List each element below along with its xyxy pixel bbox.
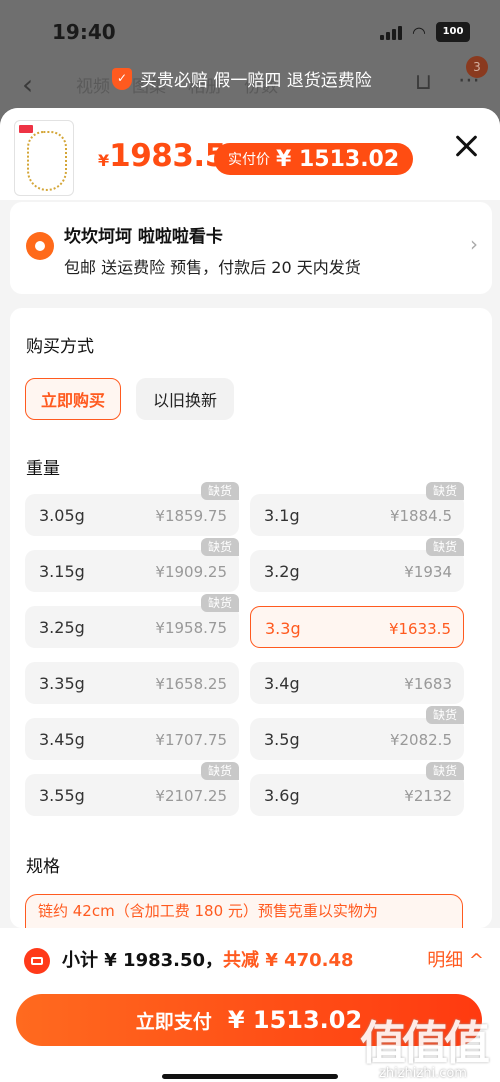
actual-price-label: 实付价 bbox=[228, 152, 270, 168]
weight-option[interactable]: 3.1g ¥1884.5 缺货 bbox=[250, 482, 464, 536]
weight-value: 3.05g bbox=[39, 506, 85, 525]
watermark-logo: 值值值 bbox=[360, 1016, 490, 1070]
home-indicator bbox=[162, 1074, 338, 1079]
guarantee-text: 买贵必赔 假一赔四 退货运费险 bbox=[140, 71, 372, 91]
close-icon[interactable] bbox=[452, 132, 480, 160]
weight-option[interactable]: 3.55g ¥2107.25 缺货 bbox=[25, 762, 239, 816]
weight-value: 3.5g bbox=[264, 730, 300, 749]
weight-value: 3.4g bbox=[264, 674, 300, 693]
product-price: ¥1983.5 bbox=[98, 138, 226, 174]
weight-value: 3.55g bbox=[39, 786, 85, 805]
wifi-icon: ◠ bbox=[412, 22, 426, 42]
weight-value: 3.15g bbox=[39, 562, 85, 581]
options-card: 购买方式 立即购买 以旧换新 重量 3.05g ¥1859.75 缺货 3.1g ¥18… bbox=[10, 308, 492, 928]
weight-option[interactable]: 3.2g ¥1934 缺货 bbox=[250, 538, 464, 592]
product-thumbnail[interactable] bbox=[14, 120, 74, 196]
shield-icon: ✓ bbox=[112, 67, 132, 90]
status-icons: ◠ 100 bbox=[380, 22, 470, 42]
subtotal-text: 小计 ¥ 1983.50， bbox=[62, 950, 224, 971]
weight-option[interactable]: 3.3g ¥1633.5 bbox=[250, 606, 464, 648]
shipping-info-card[interactable]: 坎坎坷坷 啦啦啦看卡 包邮 送运费险 预售，付款后 20 天内发货 › bbox=[10, 202, 492, 294]
weight-value: 3.45g bbox=[39, 730, 85, 749]
weight-price: ¥1958.75 bbox=[155, 619, 227, 637]
weight-value: 3.25g bbox=[39, 618, 85, 637]
background-nav: ‹ 视频 图集 相册 份数 ✓ 买贵必赔 假一赔四 退货运费险 ⊔ ⋯ 3 bbox=[0, 56, 500, 108]
weight-option[interactable]: 3.5g ¥2082.5 缺货 bbox=[250, 706, 464, 760]
weight-price: ¥1683 bbox=[404, 675, 452, 693]
purchase-method-title: 购买方式 bbox=[26, 337, 94, 357]
bg-tab: 视频 bbox=[76, 77, 110, 97]
weight-option[interactable]: 3.45g ¥1707.75 bbox=[25, 718, 239, 760]
coupon-icon bbox=[24, 948, 50, 974]
weight-price: ¥2082.5 bbox=[389, 731, 452, 749]
weight-price: ¥1884.5 bbox=[389, 507, 452, 525]
soldout-badge: 缺货 bbox=[200, 538, 239, 556]
back-icon: ‹ bbox=[22, 68, 34, 101]
weight-price: ¥1859.75 bbox=[155, 507, 227, 525]
weight-option[interactable]: 3.25g ¥1958.75 缺货 bbox=[25, 594, 239, 648]
status-bar: 19:40 ◠ 100 bbox=[0, 0, 500, 60]
actual-price-badge: 实付价 ¥ 1513.02 bbox=[214, 143, 414, 175]
weight-option[interactable]: 3.15g ¥1909.25 缺货 bbox=[25, 538, 239, 592]
weight-price: ¥1658.25 bbox=[155, 675, 227, 693]
status-time: 19:40 bbox=[52, 20, 116, 44]
soldout-badge: 缺货 bbox=[200, 762, 239, 780]
weight-value: 3.3g bbox=[265, 619, 301, 638]
weight-price: ¥2107.25 bbox=[155, 787, 227, 805]
price-value: 1983.5 bbox=[109, 138, 226, 174]
weight-value: 3.35g bbox=[39, 674, 85, 693]
shipping-info: 包邮 送运费险 预售，付款后 20 天内发货 bbox=[64, 258, 361, 277]
spec-option[interactable]: 链约 42cm（含加工费 180 元）预售克重以实物为 bbox=[25, 894, 463, 928]
trade-in-option[interactable]: 以旧换新 bbox=[136, 378, 234, 420]
detail-toggle[interactable]: 明细 ^ bbox=[427, 946, 484, 972]
weight-option[interactable]: 3.4g ¥1683 bbox=[250, 662, 464, 704]
pay-label: 立即支付 bbox=[135, 1010, 212, 1033]
weight-value: 3.6g bbox=[264, 786, 300, 805]
sku-sheet: ¥1983.5 实付价 ¥ 1513.02 坎坎坷坷 啦啦啦看卡 包邮 送运费险… bbox=[0, 108, 500, 1082]
weight-value: 3.1g bbox=[264, 506, 300, 525]
sheet-header: ¥1983.5 实付价 ¥ 1513.02 bbox=[0, 108, 500, 200]
discount-text: 共减 ¥ 470.48 bbox=[223, 950, 354, 971]
spec-title: 规格 bbox=[26, 857, 60, 877]
weight-option[interactable]: 3.05g ¥1859.75 缺货 bbox=[25, 482, 239, 536]
checkout-bar: 小计 ¥ 1983.50，共减 ¥ 470.48 明细 ^ 立即支付 ¥ 151… bbox=[0, 928, 500, 1082]
weight-option[interactable]: 3.6g ¥2132 缺货 bbox=[250, 762, 464, 816]
subtotal: 小计 ¥ 1983.50，共减 ¥ 470.48 bbox=[62, 946, 354, 972]
chevron-right-icon: › bbox=[470, 232, 478, 256]
soldout-badge: 缺货 bbox=[425, 706, 464, 724]
weight-value: 3.2g bbox=[264, 562, 300, 581]
price-currency: ¥ bbox=[98, 151, 110, 170]
soldout-badge: 缺货 bbox=[425, 762, 464, 780]
pay-amount: ¥ 1513.02 bbox=[227, 1006, 363, 1034]
guarantee-banner: ✓ 买贵必赔 假一赔四 退货运费险 bbox=[112, 66, 372, 91]
buy-now-option[interactable]: 立即购买 bbox=[25, 378, 121, 420]
cart-badge: 3 bbox=[466, 56, 488, 78]
weight-price: ¥1633.5 bbox=[388, 620, 451, 638]
weight-price: ¥1909.25 bbox=[155, 563, 227, 581]
weight-price: ¥1934 bbox=[404, 563, 452, 581]
weight-price: ¥2132 bbox=[404, 787, 452, 805]
location-icon bbox=[26, 232, 54, 260]
weight-option[interactable]: 3.35g ¥1658.25 bbox=[25, 662, 239, 704]
watermark: 值值值 zhizhizhi.com bbox=[360, 1016, 490, 1081]
soldout-badge: 缺货 bbox=[425, 482, 464, 500]
actual-price-value: ¥ 1513.02 bbox=[276, 146, 400, 172]
soldout-badge: 缺货 bbox=[425, 538, 464, 556]
soldout-badge: 缺货 bbox=[200, 482, 239, 500]
necklace-image bbox=[27, 131, 67, 191]
weight-title: 重量 bbox=[26, 459, 60, 479]
thumbnail-tag bbox=[19, 125, 33, 133]
shop-name: 坎坎坷坷 啦啦啦看卡 bbox=[64, 227, 223, 247]
cart-icon: ⊔ bbox=[414, 70, 432, 95]
battery-icon: 100 bbox=[436, 22, 470, 42]
signal-icon bbox=[380, 24, 403, 40]
soldout-badge: 缺货 bbox=[200, 594, 239, 612]
weight-price: ¥1707.75 bbox=[155, 731, 227, 749]
